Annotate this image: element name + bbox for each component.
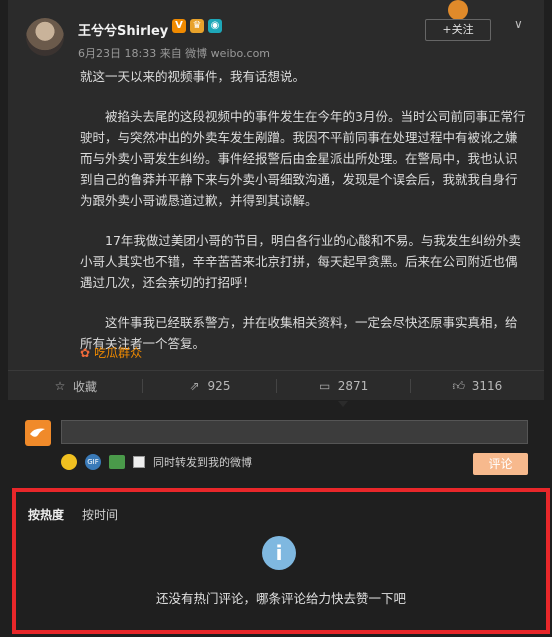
verified-v-icon: V [172, 19, 186, 33]
post-meta: 6月23日 18:33 来自 微博 weibo.com [78, 47, 271, 60]
post-paragraph: 这件事我已经联系警方，并在收集相关资料，一定会尽快还原事实真相，给所有关注者一个… [80, 315, 518, 351]
favorite-button[interactable]: ☆ 收藏 [8, 371, 142, 401]
star-icon: ☆ [54, 379, 66, 393]
post-actions-bar: ☆ 收藏 ⇗ 925 ▭ 2871 👍︎ 3116 [8, 370, 544, 407]
info-icon: i [262, 536, 296, 570]
post-content: 就这一天以来的视频事件，我有话想说。 被掐头去尾的这段视频中的事件发生在今年的3… [80, 66, 528, 373]
comments-highlight-box: 按热度 按时间 i 还没有热门评论，哪条评论给力快去赞一下吧 [12, 488, 550, 634]
repost-button[interactable]: ⇗ 925 [142, 371, 276, 401]
repost-checkbox[interactable] [133, 456, 145, 468]
topic-tag[interactable]: ✿ 吃瓜群众 [80, 344, 142, 361]
comment-count: 2871 [337, 379, 369, 393]
like-button[interactable]: 👍︎ 3116 [410, 371, 544, 401]
gif-icon[interactable]: GIF [85, 454, 101, 470]
comment-icon: ▭ [319, 379, 331, 393]
comment-button[interactable]: ▭ 2871 [276, 371, 410, 407]
comment-input[interactable] [61, 420, 528, 444]
comment-sort-tabs: 按热度 按时间 [28, 506, 118, 523]
follow-button[interactable]: +关注 [425, 19, 491, 41]
tab-sort-time[interactable]: 按时间 [82, 506, 118, 523]
repost-icon: ⇗ [189, 379, 200, 393]
author-avatar[interactable] [26, 18, 64, 56]
compose-tools: GIF 同时转发到我的微博 [61, 454, 252, 470]
camera-badge-icon: ◉ [208, 19, 222, 33]
emoji-icon[interactable] [61, 454, 77, 470]
weibo-bird-icon [30, 428, 45, 437]
tab-sort-hot[interactable]: 按热度 [28, 506, 64, 523]
repost-count: 925 [207, 379, 231, 393]
chevron-down-icon[interactable]: ∨ [514, 17, 523, 31]
favorite-label: 收藏 [72, 379, 97, 394]
topic-tag-label: 吃瓜群众 [94, 346, 143, 360]
post-paragraph: 被掐头去尾的这段视频中的事件发生在今年的3月份。当时公司前同事正常行驶时，与突然… [80, 109, 526, 208]
author-badges: V ♛ ◉ [172, 19, 222, 33]
crown-badge-icon: ♛ [190, 19, 204, 33]
flower-icon: ✿ [80, 345, 91, 360]
post-paragraph: 17年我做过美团小哥的节目，明白各行业的心酸和不易。与我发生纠纷外卖小哥人其实也… [80, 233, 521, 290]
like-count: 3116 [471, 379, 503, 393]
my-avatar [25, 420, 51, 446]
mascot-face-icon [448, 0, 468, 20]
thumbs-up-icon: 👍︎ [452, 378, 465, 393]
repost-checkbox-label: 同时转发到我的微博 [153, 456, 252, 469]
empty-comments-message: 还没有热门评论，哪条评论给力快去赞一下吧 [155, 591, 406, 606]
image-icon[interactable] [109, 455, 125, 469]
submit-comment-button[interactable]: 评论 [473, 453, 528, 475]
post-paragraph: 就这一天以来的视频事件，我有话想说。 [80, 69, 306, 84]
author-name[interactable]: 王兮兮Shirley [78, 20, 168, 39]
weibo-post-card: 王兮兮Shirley V ♛ ◉ +关注 ∨ 6月23日 18:33 来自 微博… [8, 0, 544, 407]
